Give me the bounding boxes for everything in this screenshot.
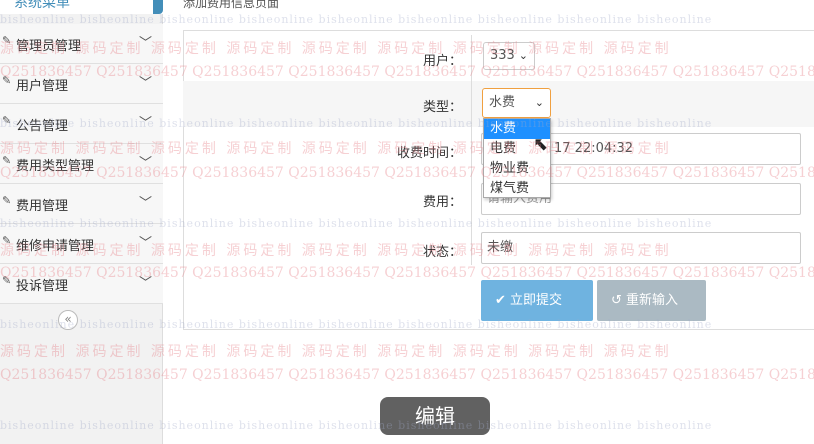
- edit-tooltip: 编辑: [380, 397, 490, 435]
- chevron-down-icon: ﹀: [139, 276, 153, 291]
- breadcrumb: 添加费用信息页面: [163, 0, 814, 10]
- type-select-value: 水费: [489, 95, 516, 110]
- reset-button[interactable]: ↺ 重新输入: [597, 280, 706, 321]
- sidebar-item-users[interactable]: ✎ 用户管理 ﹀: [0, 64, 163, 104]
- pencil-icon: ✎: [2, 154, 12, 167]
- status-input-value: 未缴: [487, 240, 514, 255]
- pencil-icon: ✎: [2, 114, 12, 127]
- column-divider: [471, 35, 472, 81]
- fee-label: 费用：: [422, 195, 462, 210]
- sidebar: 系统菜单 ✎ 管理员管理 ﹀ ✎ 用户管理 ﹀ ✎ 公告管理 ﹀ ✎ 费用类型管…: [0, 0, 163, 444]
- column-divider: [471, 81, 472, 127]
- sidebar-collapse-button[interactable]: «: [58, 310, 78, 330]
- type-label: 类型：: [422, 100, 462, 115]
- user-label: 用户：: [422, 54, 462, 69]
- sidebar-item-label: 用户管理: [16, 79, 69, 94]
- user-select[interactable]: 333 ⌄: [483, 42, 535, 70]
- mouse-cursor-icon: ⬉: [533, 134, 549, 155]
- column-divider: [471, 173, 472, 219]
- undo-icon: ↺: [611, 293, 622, 308]
- type-option[interactable]: 煤气费: [484, 179, 550, 199]
- sidebar-item-fees[interactable]: ✎ 费用管理 ﹀: [0, 184, 163, 224]
- time-label: 收费时间：: [396, 146, 462, 161]
- time-input-value: 17 22:04:32: [554, 141, 634, 156]
- sidebar-item-notices[interactable]: ✎ 公告管理 ﹀: [0, 104, 163, 144]
- sidebar-header-text: 系统菜单: [14, 0, 70, 11]
- sidebar-item-label: 公告管理: [16, 119, 69, 134]
- user-select-value: 333: [490, 48, 515, 63]
- chevron-down-icon: ⌄: [534, 96, 544, 109]
- sidebar-header: 系统菜单: [0, 0, 163, 14]
- sidebar-item-label: 管理员管理: [16, 39, 82, 54]
- chevron-down-icon: ﹀: [139, 36, 153, 51]
- column-divider: [471, 127, 472, 173]
- submit-button-label: 立即提交: [510, 293, 563, 308]
- chevron-down-icon: ﹀: [139, 156, 153, 171]
- sidebar-item-fee-types[interactable]: ✎ 费用类型管理 ﹀: [0, 144, 163, 184]
- status-label: 状态：: [422, 245, 462, 260]
- breadcrumb-text: 添加费用信息页面: [183, 0, 280, 10]
- reset-button-label: 重新输入: [626, 293, 679, 308]
- sidebar-header-tab: [153, 0, 163, 14]
- pencil-icon: ✎: [2, 194, 12, 207]
- pencil-icon: ✎: [2, 234, 12, 247]
- sidebar-item-repairs[interactable]: ✎ 维修申请管理 ﹀: [0, 224, 163, 264]
- type-option[interactable]: 物业费: [484, 159, 550, 179]
- pencil-icon: ✎: [2, 74, 12, 87]
- pencil-icon: ✎: [2, 34, 12, 47]
- chevron-down-icon: ﹀: [139, 116, 153, 131]
- chevron-down-icon: ﹀: [139, 196, 153, 211]
- submit-button[interactable]: ✔ 立即提交: [481, 280, 593, 321]
- sidebar-item-admin[interactable]: ✎ 管理员管理 ﹀: [0, 24, 163, 64]
- check-icon: ✔: [495, 293, 506, 308]
- sidebar-item-complaints[interactable]: ✎ 投诉管理 ﹀: [0, 264, 163, 304]
- sidebar-item-label: 投诉管理: [16, 279, 69, 294]
- chevron-down-icon: ⌄: [518, 49, 528, 62]
- status-input[interactable]: 未缴: [481, 232, 801, 264]
- column-divider: [471, 219, 472, 265]
- sidebar-item-label: 费用管理: [16, 199, 69, 214]
- type-dropdown: 水费 电费 物业费 煤气费: [483, 118, 551, 198]
- chevron-down-icon: ﹀: [139, 236, 153, 251]
- pencil-icon: ✎: [2, 274, 12, 287]
- sidebar-item-label: 维修申请管理: [16, 239, 95, 254]
- type-select[interactable]: 水费 ⌄: [482, 88, 551, 118]
- sidebar-item-label: 费用类型管理: [16, 159, 95, 174]
- chevron-down-icon: ﹀: [139, 76, 153, 91]
